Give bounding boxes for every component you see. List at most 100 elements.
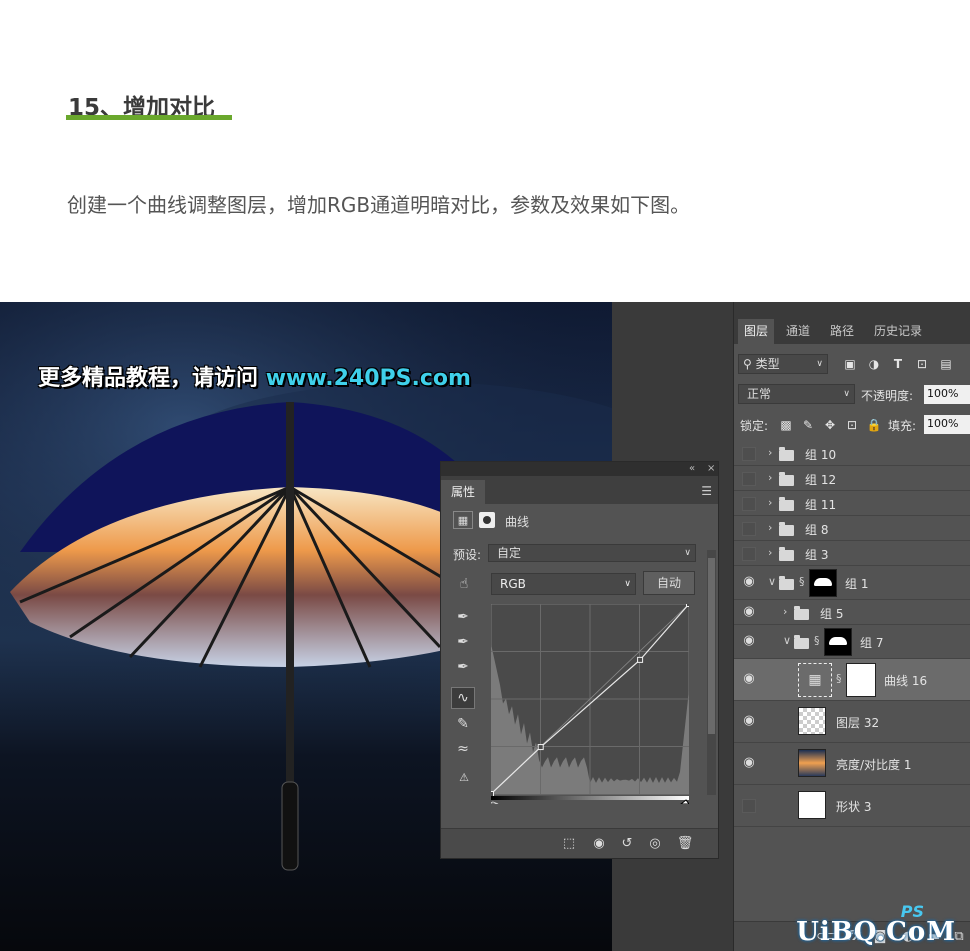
visibility-toggle[interactable] bbox=[742, 799, 756, 813]
lock-all-icon[interactable]: 🔒 bbox=[866, 417, 882, 433]
lock-transparency-icon[interactable]: ▩ bbox=[778, 417, 794, 433]
eye-icon[interactable]: ◉ bbox=[741, 671, 757, 686]
curves-graph[interactable] bbox=[491, 604, 689, 804]
smooth-curve-icon[interactable]: ≈ bbox=[453, 739, 473, 759]
preset-select[interactable]: 自定 ∨ bbox=[488, 544, 696, 562]
chevron-down-icon[interactable]: ∨ bbox=[768, 575, 776, 588]
chevron-right-icon[interactable]: › bbox=[768, 471, 772, 484]
group-mask-thumbnail[interactable] bbox=[809, 569, 837, 597]
layer-row[interactable]: › 组 11 bbox=[734, 491, 970, 516]
visibility-toggle[interactable] bbox=[742, 446, 756, 461]
layer-row[interactable]: ◉ › 组 5 bbox=[734, 600, 970, 625]
delete-icon[interactable]: 🗑 bbox=[675, 834, 695, 854]
eye-icon[interactable]: ◉ bbox=[741, 633, 757, 648]
auto-button[interactable]: 自动 bbox=[643, 571, 695, 595]
clip-to-layer-icon[interactable]: ⬚ bbox=[559, 834, 579, 854]
blend-mode-select[interactable]: 正常 ∨ bbox=[738, 384, 855, 404]
curve-point[interactable] bbox=[537, 744, 544, 751]
layer-name[interactable]: 组 11 bbox=[805, 496, 836, 513]
curve-points-tool-icon[interactable]: ∿ bbox=[451, 687, 475, 709]
chevron-right-icon[interactable]: › bbox=[768, 446, 772, 459]
tab-paths[interactable]: 路径 bbox=[824, 319, 860, 344]
layer-row[interactable]: › 组 8 bbox=[734, 516, 970, 541]
visibility-icon[interactable]: ◎ bbox=[645, 834, 665, 854]
pencil-draw-icon[interactable]: ✎ bbox=[453, 714, 473, 734]
group-mask-thumbnail[interactable] bbox=[824, 628, 852, 656]
lock-artboard-icon[interactable]: ⊡ bbox=[844, 417, 860, 433]
pixel-filter-icon[interactable]: ▣ bbox=[842, 356, 858, 372]
layer-row[interactable]: › 组 12 bbox=[734, 466, 970, 491]
tab-properties[interactable]: 属性 bbox=[441, 480, 486, 504]
eye-icon[interactable]: ◉ bbox=[741, 604, 757, 619]
adjustment-filter-icon[interactable]: ◑ bbox=[866, 356, 882, 372]
lock-position-icon[interactable]: ✥ bbox=[822, 417, 838, 433]
eye-icon[interactable]: ◉ bbox=[741, 755, 757, 770]
tab-channels[interactable]: 通道 bbox=[780, 319, 816, 344]
layer-name[interactable]: 曲线 16 bbox=[884, 672, 927, 689]
layer-row[interactable]: › 组 10 bbox=[734, 441, 970, 466]
collapse-icon[interactable]: « bbox=[689, 462, 695, 476]
layer-thumbnail[interactable] bbox=[798, 749, 826, 777]
chevron-right-icon[interactable]: › bbox=[783, 605, 787, 618]
layer-name[interactable]: 组 8 bbox=[805, 521, 828, 538]
channel-select[interactable]: RGB ∨ bbox=[491, 573, 636, 595]
smart-object-filter-icon[interactable]: ▤ bbox=[938, 356, 954, 372]
properties-scrollbar[interactable] bbox=[707, 550, 716, 795]
link-icon[interactable]: § bbox=[814, 634, 820, 647]
clipping-warning-icon[interactable]: ⚠ bbox=[453, 767, 475, 787]
layer-row[interactable]: ◉ ∨ § 组 1 bbox=[734, 566, 970, 600]
layer-mask-thumbnail[interactable] bbox=[846, 663, 876, 697]
lock-pixels-icon[interactable]: ✎ bbox=[800, 417, 816, 433]
layer-name[interactable]: 形状 3 bbox=[836, 798, 871, 815]
layer-row[interactable]: ◉ ▦ § 曲线 16 bbox=[734, 659, 970, 701]
curve-point[interactable] bbox=[686, 604, 690, 607]
type-filter-icon[interactable]: T bbox=[890, 356, 906, 372]
layer-thumbnail[interactable] bbox=[798, 707, 826, 735]
layer-name[interactable]: 组 1 bbox=[845, 575, 868, 592]
tab-layers[interactable]: 图层 bbox=[738, 319, 775, 344]
visibility-toggle[interactable] bbox=[742, 471, 756, 486]
layer-name[interactable]: 图层 32 bbox=[836, 714, 879, 731]
layer-row[interactable]: ◉ 图层 32 bbox=[734, 701, 970, 743]
filter-kind-select[interactable]: ⚲ 类型 ∨ bbox=[738, 354, 828, 374]
panel-menu-icon[interactable]: ☰ bbox=[701, 484, 712, 498]
layer-name[interactable]: 组 12 bbox=[805, 471, 836, 488]
view-previous-icon[interactable]: ◉ bbox=[589, 834, 609, 854]
link-icon[interactable]: § bbox=[836, 672, 842, 685]
layer-name[interactable]: 组 3 bbox=[805, 546, 828, 563]
layer-name[interactable]: 组 10 bbox=[805, 446, 836, 463]
layer-row[interactable]: ◉ ∨ § 组 7 bbox=[734, 625, 970, 659]
layer-row[interactable]: ◉ 亮度/对比度 1 bbox=[734, 743, 970, 785]
visibility-toggle[interactable] bbox=[742, 496, 756, 511]
layer-name[interactable]: 亮度/对比度 1 bbox=[836, 756, 912, 773]
curve-point[interactable] bbox=[491, 791, 494, 797]
opacity-input[interactable]: 100% bbox=[924, 385, 970, 404]
shape-filter-icon[interactable]: ⊡ bbox=[914, 356, 930, 372]
tab-history[interactable]: 历史记录 bbox=[868, 319, 928, 344]
chevron-right-icon[interactable]: › bbox=[768, 496, 772, 509]
eye-icon[interactable]: ◉ bbox=[741, 713, 757, 728]
target-adjust-hand-icon[interactable]: ☝ bbox=[453, 574, 475, 594]
scrollbar-thumb[interactable] bbox=[708, 558, 715, 734]
layer-row[interactable]: › 组 3 bbox=[734, 541, 970, 566]
curve-point[interactable] bbox=[637, 656, 644, 663]
chevron-right-icon[interactable]: › bbox=[768, 546, 772, 559]
gray-point-eyedropper-icon[interactable]: ✒ bbox=[453, 632, 473, 652]
visibility-toggle[interactable] bbox=[742, 546, 756, 561]
chevron-down-icon[interactable]: ∨ bbox=[783, 634, 791, 647]
link-icon[interactable]: § bbox=[799, 575, 805, 588]
visibility-toggle[interactable] bbox=[742, 521, 756, 536]
layer-thumbnail[interactable] bbox=[798, 791, 826, 819]
fill-input[interactable]: 100% bbox=[924, 415, 970, 434]
layer-row[interactable]: 形状 3 bbox=[734, 785, 970, 827]
curves-adjustment-icon[interactable]: ▦ bbox=[798, 663, 832, 697]
white-point-eyedropper-icon[interactable]: ✒ bbox=[453, 657, 473, 677]
reset-icon[interactable]: ↺ bbox=[617, 834, 637, 854]
chevron-right-icon[interactable]: › bbox=[768, 521, 772, 534]
mask-icon[interactable] bbox=[479, 512, 495, 528]
layer-name[interactable]: 组 5 bbox=[820, 605, 843, 622]
layer-name[interactable]: 组 7 bbox=[860, 634, 883, 651]
close-icon[interactable]: × bbox=[707, 462, 715, 476]
eye-icon[interactable]: ◉ bbox=[741, 574, 757, 589]
black-point-eyedropper-icon[interactable]: ✒ bbox=[453, 607, 473, 627]
